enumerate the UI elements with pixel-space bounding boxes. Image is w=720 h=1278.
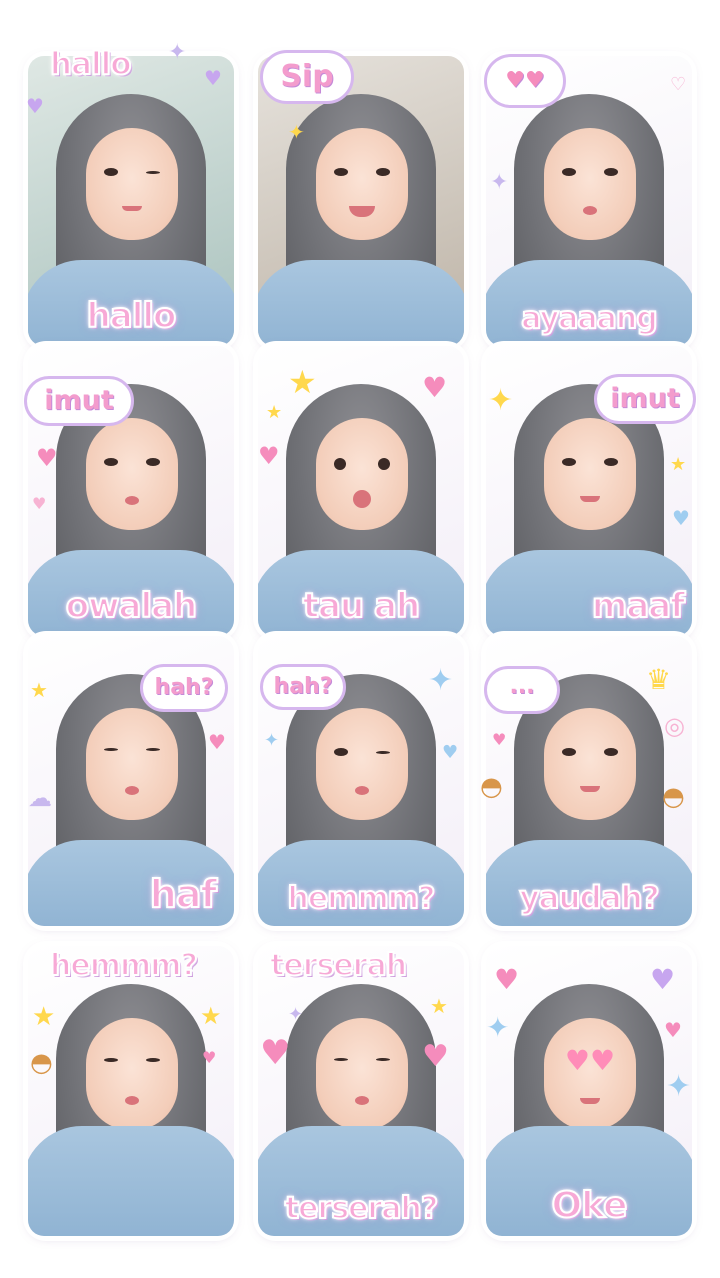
sparkle-icon: ✦ [288,120,305,144]
speech-bubble: hah? [260,664,346,710]
star-icon: ★ [32,1002,56,1032]
star-icon: ★ [430,994,448,1018]
star-icon: ★ [288,363,317,401]
sticker-photo [28,946,234,1236]
heart-icon: ♥ [650,963,676,996]
speech-bubble: imut [594,374,696,424]
sunglasses-icon: ♥♥ [564,1044,616,1077]
sparkle-icon: ✦ [486,1011,510,1044]
star-icon: ✦ [488,383,514,418]
sticker-maaf: maaf imut ✦ ★ ♥ [486,346,696,636]
sparkle-icon: ✦ [666,1069,692,1104]
heart-icon: ♥ [26,94,44,118]
star-icon: ★ [200,1002,222,1030]
sticker-caption: owalah [65,585,199,627]
heart-icon: ♥ [672,506,690,530]
sticker-haf: haf hah? ★ ♥ ☁ [28,636,234,926]
heart-icon: ♥ [492,730,507,749]
heart-icon: ♥ [36,444,58,472]
heart-icon: ♥ [422,1039,449,1074]
sticker-terserah: terserah? terserah ♥ ♥ ★ ✦ [258,946,464,1236]
heart-icon: ♥♥ [505,68,545,93]
star-icon: ★ [266,402,283,423]
sticker-top-text: hemmm? [49,947,199,984]
burger-icon: ◓ [480,772,503,802]
sparkle-icon: ✦ [428,663,454,698]
heart-icon: ♥ [204,66,222,90]
sticker-oke: ♥♥ Oke ♥ ♥ ✦ ✦ ♥ [486,946,692,1236]
sparkle-icon: ✦ [490,170,509,195]
sparkle-icon: ✦ [288,1004,304,1025]
sticker-caption: Oke [551,1184,629,1227]
heart-icon: ♥ [32,494,47,513]
star-icon: ★ [30,678,48,702]
sticker-top-text: hallo [49,45,133,83]
heart-icon: ♥ [208,730,226,754]
sticker-tau-ah: tau ah ★ ★ ♥ ♥ [258,346,464,636]
sticker-caption: hallo [86,295,178,337]
star-icon: ★ [670,454,687,475]
sparkle-icon: ✦ [168,40,187,65]
sticker-hemmm: hemmm? hah? ✦ ✦ ♥ [258,636,464,926]
speech-bubble: ... [484,666,560,714]
heart-icon: ♡ [670,74,687,95]
burger-icon: ◓ [30,1048,53,1078]
heart-icon: ♥ [258,442,280,470]
sticker-caption: haf [149,871,218,917]
sticker-photo: hallo [28,56,234,346]
heart-icon: ♥ [664,1018,682,1042]
sparkle-icon: ✦ [264,730,280,751]
sticker-caption: maaf [591,585,686,627]
heart-icon: ♥ [422,371,448,404]
speech-bubble: ♥♥ [484,54,566,108]
heart-icon: ♥ [260,1033,291,1073]
sticker-caption: terserah? [284,1190,439,1227]
sticker-sip: Sip ✦ [258,50,464,346]
heart-icon: ♥ [202,1048,217,1067]
speech-bubble: Sip [260,50,354,104]
speech-bubble: imut [24,376,134,426]
sticker-caption: yaudah? [518,879,660,917]
sticker-owalah: owalah imut ♥ ♥ [24,346,234,636]
heart-icon: ♥ [494,963,520,996]
burger-icon: ◓ [662,782,685,812]
sticker-top-text: terserah [269,947,408,984]
heart-icon: ♥ [442,742,459,763]
speech-bubble: hah? [140,664,228,712]
sticker-caption: ayaaang [520,300,658,337]
crown-icon: ♛ [646,663,672,696]
sticker-hemmm-crossed: hemmm? ★ ★ ◓ ♥ [28,946,234,1236]
sticker-caption: hemmm? [287,880,437,917]
sticker-hallo: hallo hallo ✦ ♥ ♥ [26,42,234,346]
sticker-yaudah: yaudah? ... ♛ ◎ ◓ ◓ ♥ [480,636,692,926]
donut-icon: ◎ [664,712,685,740]
sticker-ayaaang: ayaaang ♥♥ ♡ ✦ [484,54,692,346]
sticker-photo: terserah? [258,946,464,1236]
sticker-caption: tau ah [302,585,421,627]
cloud-icon: ☁ [28,784,52,812]
